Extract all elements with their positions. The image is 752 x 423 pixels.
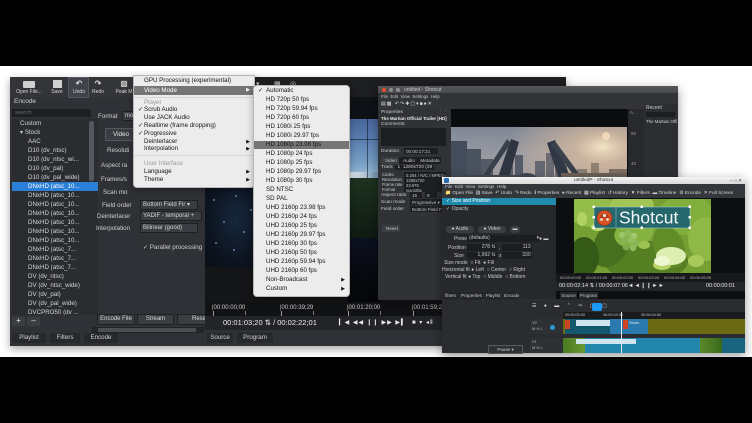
svg-text:Shotcut: Shotcut	[619, 208, 678, 228]
